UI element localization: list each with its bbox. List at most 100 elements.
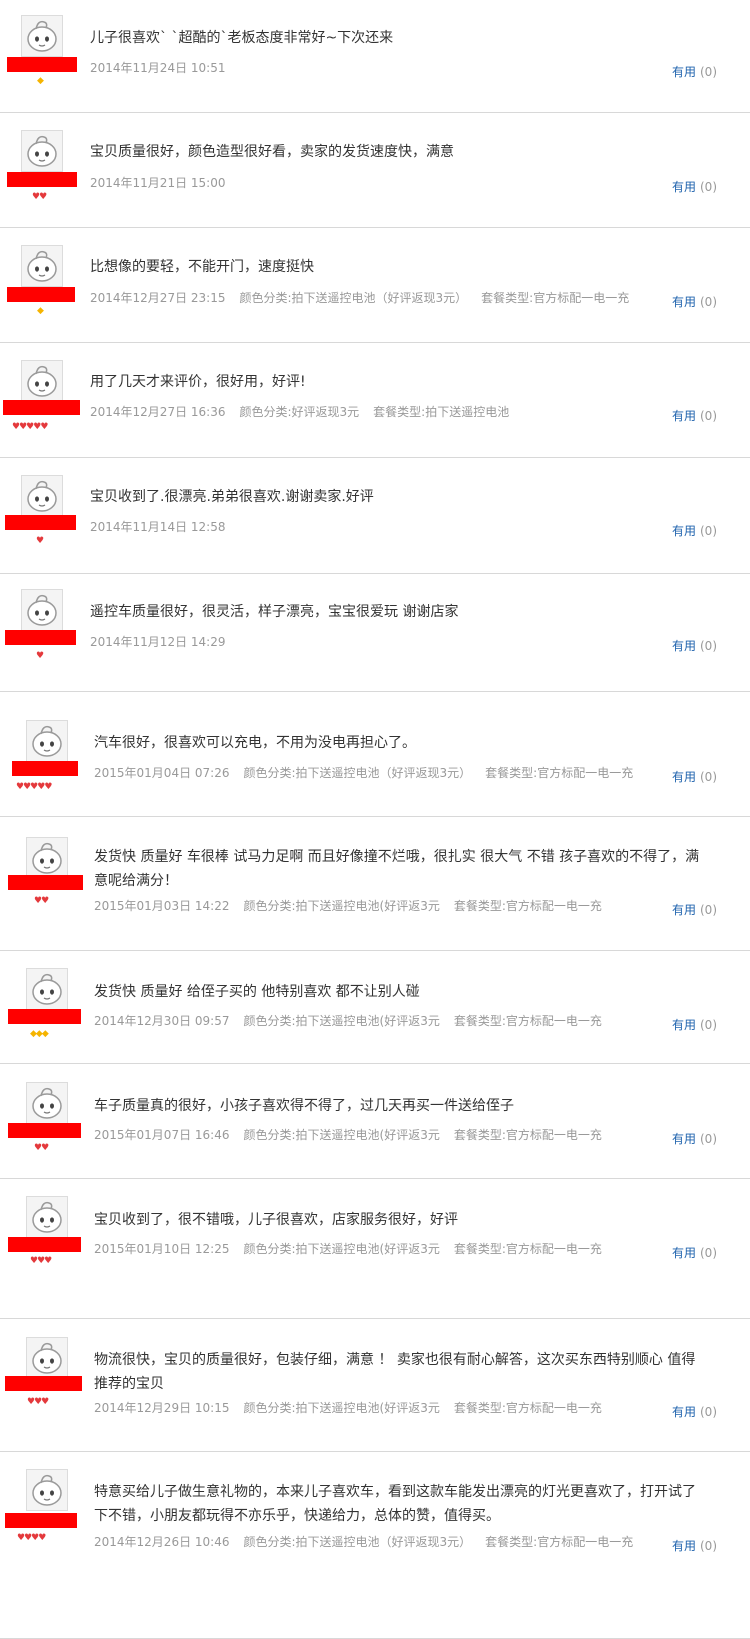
package-type: 套餐类型:官方标配一电一充: [485, 1535, 634, 1549]
useful-button[interactable]: 有用: [672, 1405, 696, 1419]
review-meta: 2014年11月21日 15:00: [90, 175, 225, 191]
credit-level-badges: ◆: [37, 306, 44, 316]
useful-button[interactable]: 有用: [672, 639, 696, 653]
useful-vote: 有用 (0): [672, 638, 717, 654]
avatar[interactable]: [21, 130, 63, 172]
useful-count: (0): [700, 409, 717, 423]
avatar[interactable]: [26, 1196, 68, 1238]
red-heart-icon: ♥: [41, 1397, 49, 1407]
useful-button[interactable]: 有用: [672, 409, 696, 423]
useful-button[interactable]: 有用: [672, 1539, 696, 1553]
color-category: 颜色分类:拍下送遥控电池(好评返3元: [243, 1401, 440, 1415]
useful-vote: 有用 (0): [672, 408, 717, 424]
red-heart-icon: ♥: [41, 896, 49, 906]
red-heart-icon: ♥: [44, 1256, 52, 1266]
red-heart-icon: ♥: [39, 192, 47, 202]
useful-button[interactable]: 有用: [672, 65, 696, 79]
review-text: 遥控车质量很好，很灵活，样子漂亮，宝宝很爱玩 谢谢店家: [90, 604, 459, 620]
review-text: 宝贝收到了.很漂亮.弟弟很喜欢.谢谢卖家.好评: [90, 489, 374, 505]
review-date: 2014年11月21日 15:00: [90, 176, 226, 190]
red-heart-icon: ♥: [41, 1143, 49, 1153]
useful-button[interactable]: 有用: [672, 903, 696, 917]
review-meta: 2014年12月26日 10:46 颜色分类:拍下送遥控电池（好评返现3元） 套餐类…: [94, 1534, 633, 1550]
avatar[interactable]: [26, 837, 68, 879]
avatar[interactable]: [26, 1469, 68, 1511]
redacted-username: [8, 1009, 81, 1024]
review-item: [0, 574, 750, 692]
redacted-username: [8, 1237, 81, 1252]
credit-level-badges: ♥♥♥♥: [17, 1533, 46, 1543]
color-category: 颜色分类:拍下送遥控电池(好评返3元: [243, 1128, 440, 1142]
credit-level-badges: ♥♥: [34, 896, 49, 906]
useful-vote: 有用 (0): [672, 64, 717, 80]
review-meta: 2015年01月10日 12:25 颜色分类:拍下送遥控电池(好评返3元 套餐类型:…: [94, 1241, 602, 1257]
red-heart-icon: ♥: [38, 1533, 46, 1543]
review-date: 2014年12月26日 10:46: [94, 1535, 230, 1549]
avatar[interactable]: [26, 968, 68, 1010]
review-text: 比想像的要轻，不能开门，速度挺快: [90, 259, 314, 275]
useful-vote: 有用 (0): [672, 294, 717, 310]
review-text: 车子质量真的很好，小孩子喜欢得不得了，过几天再买一件送给侄子: [94, 1098, 514, 1114]
review-text: 特意买给儿子做生意礼物的，本来儿子喜欢车，看到这款车能发出漂亮的灯光更喜欢了，打…: [94, 1484, 696, 1524]
review-text: 用了几天才来评价，很好用，好评!: [90, 374, 306, 390]
color-category: 颜色分类:拍下送遥控电池(好评返3元: [243, 899, 440, 913]
useful-vote: 有用 (0): [672, 902, 717, 918]
review-text: 儿子很喜欢` `超酷的`老板态度非常好~下次还来: [90, 30, 394, 46]
review-date: 2014年12月29日 10:15: [94, 1401, 230, 1415]
redacted-username: [8, 1123, 81, 1138]
redacted-username: [7, 57, 77, 72]
avatar[interactable]: [21, 245, 63, 287]
useful-button[interactable]: 有用: [672, 524, 696, 538]
red-heart-icon: ♥: [44, 782, 52, 792]
package-type: 套餐类型:官方标配一电一充: [453, 1014, 602, 1028]
useful-count: (0): [700, 770, 717, 784]
redacted-username: [5, 515, 76, 530]
red-heart-icon: ♥: [40, 422, 48, 432]
redacted-username: [3, 400, 80, 415]
useful-vote: 有用 (0): [672, 1404, 717, 1420]
useful-button[interactable]: 有用: [672, 770, 696, 784]
review-meta: 2014年12月29日 10:15 颜色分类:拍下送遥控电池(好评返3元 套餐类型:…: [94, 1400, 602, 1416]
redacted-username: [5, 630, 76, 645]
review-item: [0, 343, 750, 458]
red-heart-icon: ♥: [36, 536, 44, 546]
review-date: 2014年12月30日 09:57: [94, 1014, 230, 1028]
review-meta: 2014年12月27日 23:15 颜色分类:拍下送遥控电池（好评返现3元） 套餐类…: [90, 290, 629, 306]
gold-diamond-icon: ◆: [37, 76, 44, 86]
review-item: [0, 951, 750, 1064]
review-meta: 2014年11月12日 14:29: [90, 634, 225, 650]
avatar[interactable]: [21, 475, 63, 517]
review-item: [0, 458, 750, 574]
review-item: [0, 113, 750, 228]
useful-count: (0): [700, 65, 717, 79]
review-meta: 2015年01月04日 07:26 颜色分类:拍下送遥控电池（好评返现3元） 套餐类…: [94, 765, 633, 781]
avatar[interactable]: [26, 1082, 68, 1124]
redacted-username: [8, 875, 83, 890]
avatar[interactable]: [21, 15, 63, 57]
redacted-username: [7, 287, 75, 302]
useful-count: (0): [700, 295, 717, 309]
useful-count: (0): [700, 524, 717, 538]
avatar[interactable]: [26, 720, 68, 762]
redacted-username: [5, 1513, 77, 1528]
review-item: [0, 0, 750, 113]
gold-diamond-icon: ◆: [37, 306, 44, 316]
avatar[interactable]: [21, 360, 63, 402]
credit-level-badges: ♥: [36, 536, 44, 546]
review-date: 2014年12月27日 23:15: [90, 291, 226, 305]
package-type: 套餐类型:官方标配一电一充: [481, 291, 630, 305]
useful-button[interactable]: 有用: [672, 1246, 696, 1260]
avatar[interactable]: [21, 589, 63, 631]
useful-button[interactable]: 有用: [672, 295, 696, 309]
useful-vote: 有用 (0): [672, 769, 717, 785]
useful-count: (0): [700, 180, 717, 194]
package-type: 套餐类型:官方标配一电一充: [485, 766, 634, 780]
color-category: 颜色分类:拍下送遥控电池（好评返现3元）: [243, 1535, 472, 1549]
useful-button[interactable]: 有用: [672, 1018, 696, 1032]
review-meta: 2014年12月27日 16:36 颜色分类:好评返现3元 套餐类型:拍下送遥控电池: [90, 404, 509, 420]
avatar[interactable]: [26, 1337, 68, 1379]
package-type: 套餐类型:官方标配一电一充: [453, 1401, 602, 1415]
useful-button[interactable]: 有用: [672, 1132, 696, 1146]
useful-button[interactable]: 有用: [672, 180, 696, 194]
color-category: 颜色分类:好评返现3元: [239, 405, 360, 419]
